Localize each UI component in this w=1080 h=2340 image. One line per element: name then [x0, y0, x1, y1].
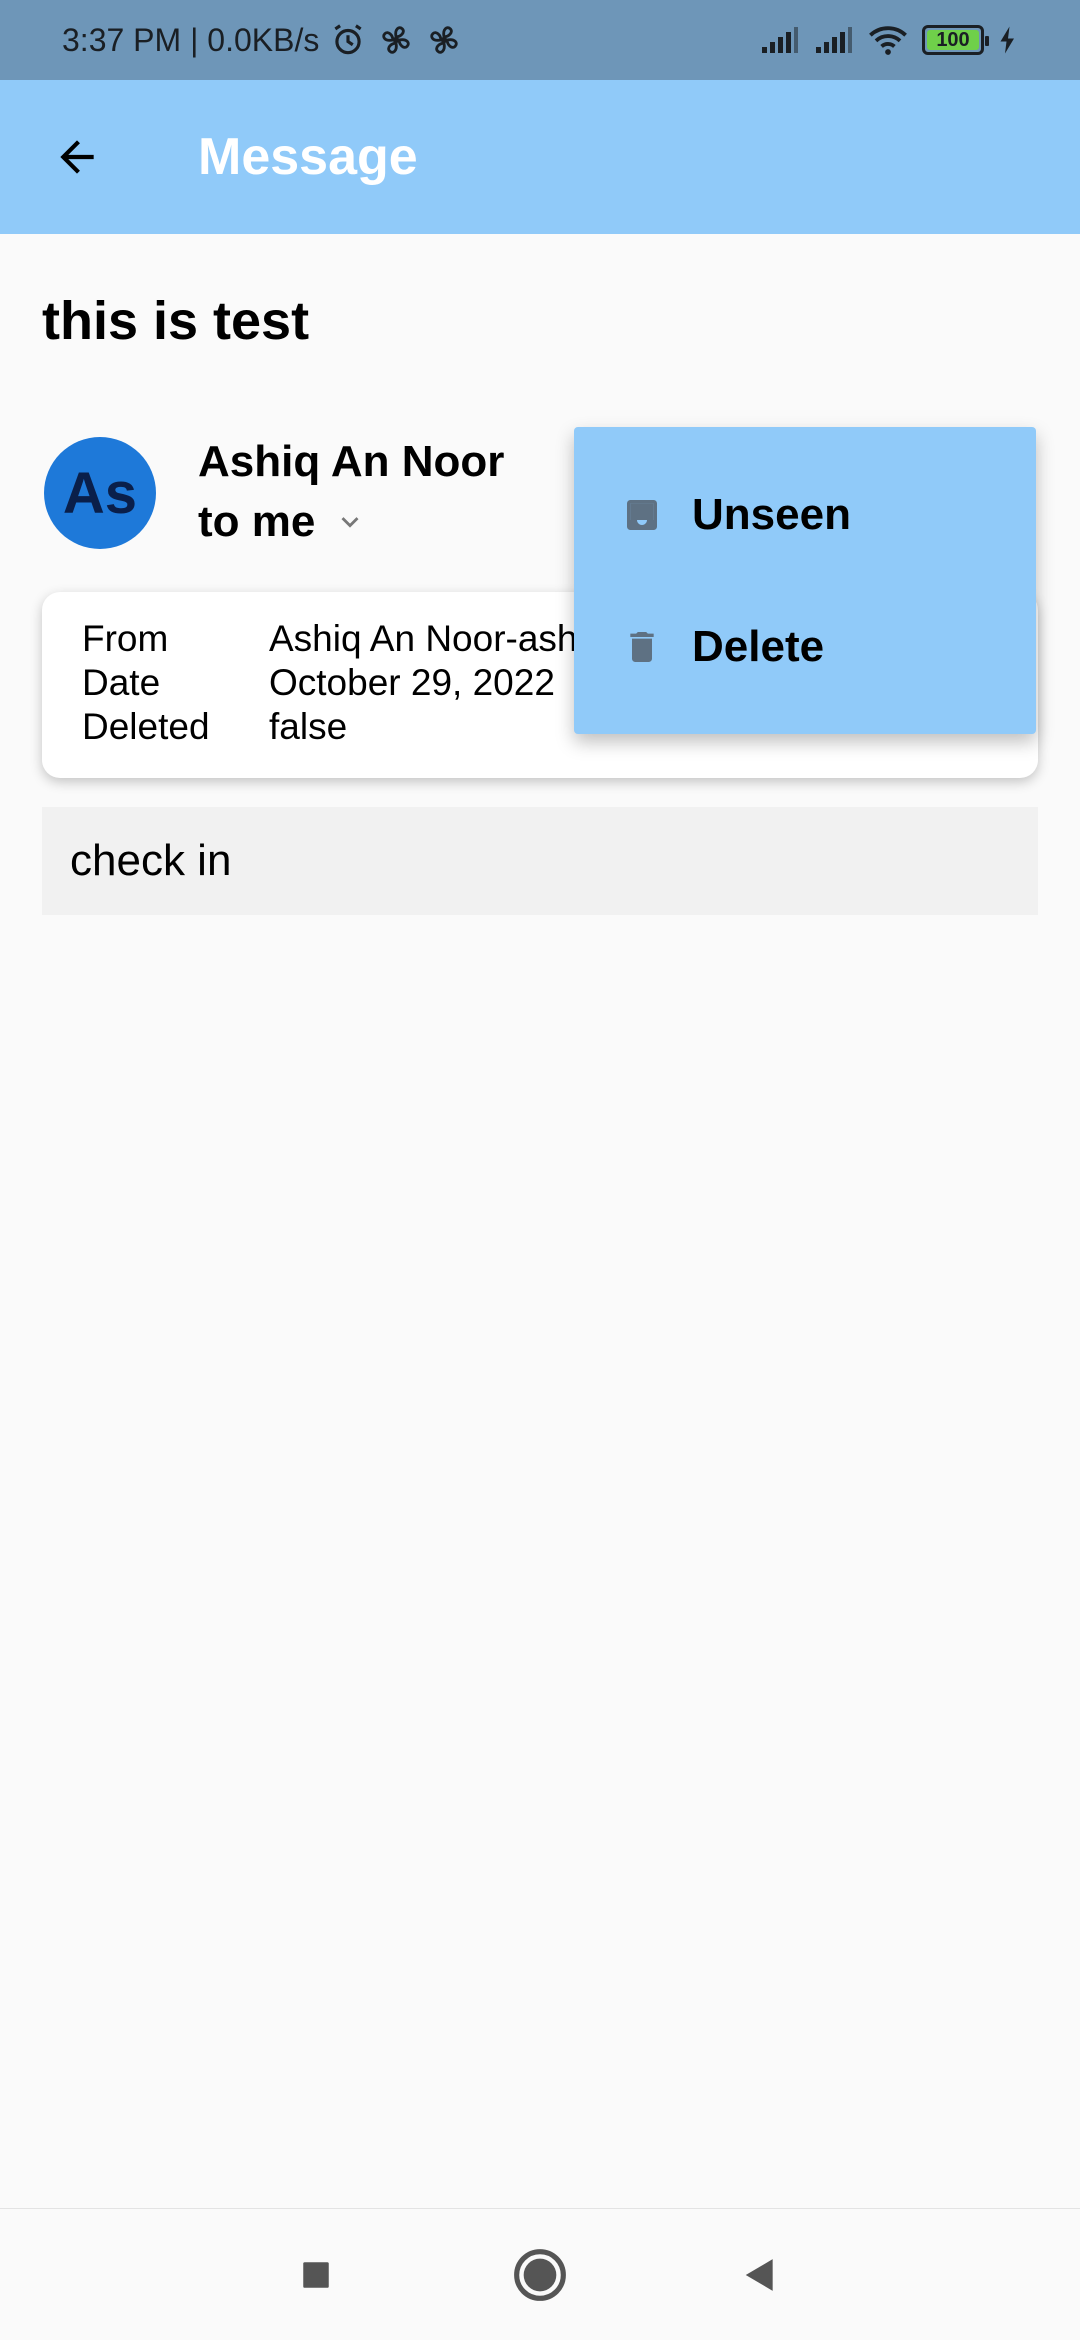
app-bar: Message: [0, 80, 1080, 234]
from-label: From: [82, 618, 169, 659]
recipient-toggle[interactable]: to me: [198, 497, 367, 547]
recents-button[interactable]: [264, 2223, 368, 2327]
deleted-label: Deleted: [82, 706, 210, 747]
signal-icon: [816, 27, 852, 53]
avatar: As: [44, 437, 156, 549]
menu-item-label: Unseen: [692, 490, 851, 539]
back-button[interactable]: [0, 80, 154, 234]
detail-row-deleted: Deleted false: [82, 706, 347, 748]
status-time: 3:37 PM | 0.0KB/s: [62, 21, 320, 58]
detail-row-date: Date October 29, 2022: [82, 662, 555, 704]
status-left: 3:37 PM | 0.0KB/s: [62, 21, 463, 59]
system-nav-bar: [0, 2208, 1080, 2340]
chevron-down-icon: [341, 517, 359, 528]
message-body: check in: [42, 807, 1038, 915]
fan-icon: [382, 26, 411, 54]
trash-icon: [630, 632, 654, 662]
home-icon: [514, 2249, 566, 2301]
back-nav-button[interactable]: [708, 2223, 812, 2327]
status-right: 100: [760, 24, 1018, 56]
date-value: October 29, 2022: [269, 662, 555, 703]
signal-icon: [762, 27, 798, 53]
charging-icon: [1000, 26, 1014, 54]
battery-level: 100: [936, 28, 970, 51]
date-label: Date: [82, 662, 161, 703]
menu-item-unseen[interactable]: Unseen: [574, 449, 1036, 581]
menu-item-label: Delete: [692, 622, 825, 671]
menu-item-delete[interactable]: Delete: [574, 581, 1036, 713]
home-button[interactable]: [488, 2223, 592, 2327]
sender-name: Ashiq An Noor: [198, 437, 505, 486]
fan-icon: [430, 26, 459, 54]
status-bar: 3:37 PM | 0.0KB/s 100: [0, 0, 1080, 80]
recents-icon: [303, 2262, 329, 2288]
alarm-icon: [334, 24, 362, 55]
to-label: to me: [198, 497, 316, 546]
battery-icon: 100: [922, 25, 989, 55]
from-value: Ashiq An Noor-ash: [269, 618, 578, 659]
wifi-icon: [869, 26, 907, 55]
deleted-value: false: [269, 706, 348, 747]
arrow-back-icon: [60, 140, 94, 174]
inbox-icon: [627, 500, 657, 530]
detail-row-from: From Ashiq An Noor-ash: [82, 618, 578, 660]
page-title: Message: [198, 128, 418, 186]
back-icon: [745, 2259, 773, 2291]
message-subject: this is test: [42, 291, 310, 351]
popup-menu: Unseen Delete: [574, 427, 1036, 734]
